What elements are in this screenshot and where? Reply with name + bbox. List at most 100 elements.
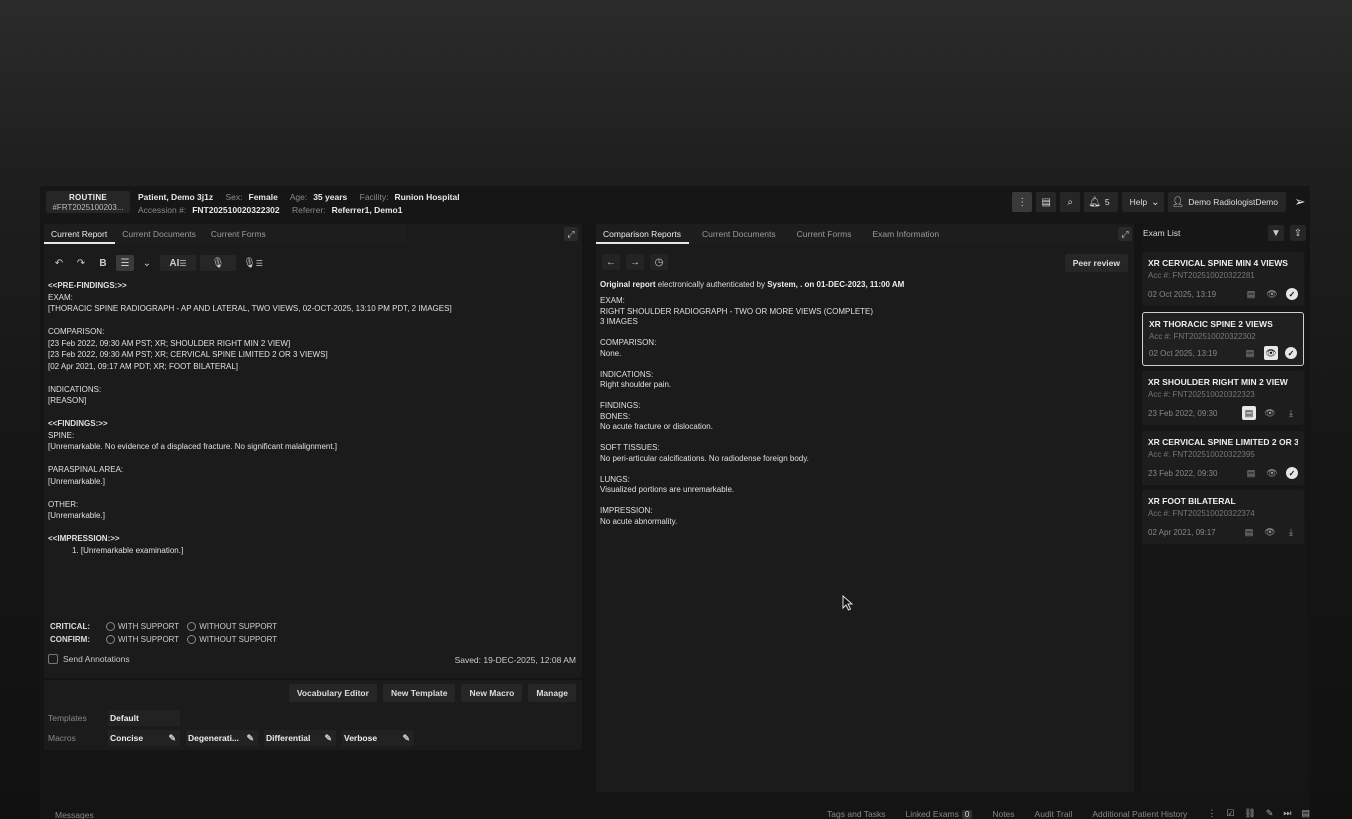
upload-button[interactable]: ⇪	[1290, 225, 1306, 241]
report-line: SPINE:	[48, 430, 75, 440]
critical-with-support[interactable]: WITH SUPPORT	[106, 622, 179, 631]
search-button[interactable]: ⌕	[1060, 192, 1081, 212]
eye-icon[interactable]: 👁︎	[1265, 287, 1279, 301]
comparison-line: No acute abnormality.	[600, 516, 678, 526]
report-line: <<FINDINGS:>>	[48, 419, 108, 428]
redo-button[interactable]: ↷	[72, 255, 90, 271]
edit-icon[interactable]: ✎	[1266, 808, 1274, 819]
eye-icon[interactable]: 👁︎	[1264, 346, 1278, 360]
pencil-icon[interactable]: ✎	[324, 733, 332, 744]
vocabulary-editor-button[interactable]: Vocabulary Editor	[288, 684, 377, 702]
bold-button[interactable]: B	[94, 255, 112, 271]
eye-icon[interactable]: 👁︎	[1263, 525, 1277, 539]
messages-link[interactable]: Messages	[55, 810, 94, 819]
skip-icon[interactable]: ⏭	[1283, 808, 1291, 819]
help-menu[interactable]: Help ⌄	[1121, 192, 1164, 212]
tab-current-documents[interactable]: Current Documents	[115, 224, 204, 244]
exam-list-item[interactable]: XR FOOT BILATERAL Acc #: FNT2025100203223…	[1142, 490, 1304, 544]
mute-mic-button[interactable]: 🎙︎	[200, 255, 236, 271]
document-icon[interactable]: ▤	[1243, 346, 1257, 360]
age-label: Age:	[289, 192, 308, 202]
audit-trail-link[interactable]: Audit Trail	[1035, 809, 1073, 819]
manage-button[interactable]: Manage	[528, 684, 576, 702]
list-button[interactable]: ☰	[116, 255, 134, 271]
patient-age: 35 years	[313, 192, 348, 202]
next-button[interactable]: →	[626, 254, 644, 270]
exam-title: XR CERVICAL SPINE MIN 4 VIEWS	[1148, 258, 1288, 268]
document-icon[interactable]: ▤	[1301, 808, 1310, 819]
comparison-toolbar: ← → ◷	[602, 254, 668, 270]
send-icon[interactable]: ➢	[1290, 194, 1310, 210]
authentication-line: Original report electronically authentic…	[600, 280, 904, 289]
tags-tasks-link[interactable]: Tags and Tasks	[827, 809, 885, 819]
notifications-button[interactable]: 🔔︎ 5	[1084, 192, 1118, 212]
filter-button[interactable]: ▼	[1268, 225, 1284, 241]
eye-icon[interactable]: 👁︎	[1263, 406, 1277, 420]
history-button[interactable]: ◷	[650, 254, 668, 270]
pencil-icon[interactable]: ✎	[246, 733, 254, 744]
send-annotations-checkbox[interactable]: Send Annotations	[48, 654, 130, 664]
new-macro-button[interactable]: New Macro	[461, 684, 523, 702]
comparison-line: None.	[600, 348, 622, 358]
check-circle-icon[interactable]: ✓	[1286, 288, 1298, 300]
priority-label: ROUTINE	[68, 193, 108, 202]
pencil-icon[interactable]: ✎	[168, 733, 176, 744]
document-icon[interactable]: ▤	[1244, 287, 1258, 301]
new-template-button[interactable]: New Template	[382, 684, 456, 702]
tab-current-documents[interactable]: Current Documents	[695, 224, 784, 244]
ai-button[interactable]: AI ☰	[160, 255, 196, 271]
document-icon[interactable]: ▤	[1244, 466, 1258, 480]
exam-list-item[interactable]: XR SHOULDER RIGHT MIN 2 VIEW Acc #: FNT20…	[1142, 371, 1304, 425]
peer-review-button[interactable]: Peer review	[1064, 254, 1128, 272]
user-menu[interactable]: 👤︎ Demo RadiologistDemo	[1167, 192, 1286, 212]
kebab-icon[interactable]: ⋮	[1207, 808, 1216, 819]
macros-row: Macros Concise ✎ Degenerati... ✎ Different…	[48, 730, 420, 746]
dictation-button[interactable]: 🎙︎ ☰	[240, 255, 266, 271]
undo-button[interactable]: ↶	[50, 255, 68, 271]
report-editor[interactable]: <<PRE-FINDINGS:>> EXAM: [THORACIC SPINE RA…	[48, 280, 573, 556]
tab-comparison-reports[interactable]: Comparison Reports	[596, 224, 689, 244]
list-dropdown[interactable]: ⌄	[138, 255, 156, 271]
notes-link[interactable]: Notes	[992, 809, 1014, 819]
tab-current-report[interactable]: Current Report	[44, 224, 116, 244]
download-icon[interactable]: ⤓	[1284, 406, 1298, 420]
link-icon[interactable]: ⛓	[1244, 808, 1255, 819]
clipboard-button[interactable]: ▤	[1036, 192, 1057, 212]
check-circle-icon[interactable]: ✓	[1285, 347, 1297, 359]
expand-icon[interactable]: ⤢	[1118, 227, 1132, 241]
tab-current-forms[interactable]: Current Forms	[790, 224, 860, 244]
exam-date: 23 Feb 2022, 09:30	[1148, 409, 1218, 418]
template-chip[interactable]: Default	[108, 710, 180, 726]
patient-history-link[interactable]: Additional Patient History	[1092, 809, 1187, 819]
exam-list-item[interactable]: XR THORACIC SPINE 2 VIEWS Acc #: FNT20251…	[1142, 312, 1304, 366]
chevron-down-icon: ⌄	[142, 257, 152, 269]
saved-status: Saved: 19-DEC-2025, 12:08 AM	[454, 655, 576, 665]
document-icon[interactable]: ▤	[1242, 525, 1256, 539]
pencil-icon[interactable]: ✎	[402, 733, 410, 744]
macro-chip-concise[interactable]: Concise ✎	[108, 730, 180, 746]
exam-list-item[interactable]: XR CERVICAL SPINE MIN 4 VIEWS Acc #: FNT2…	[1142, 252, 1304, 306]
expand-icon[interactable]: ⤢	[564, 227, 578, 241]
report-line: <<IMPRESSION:>>	[48, 534, 120, 543]
macro-chip-differential[interactable]: Differential ✎	[264, 730, 336, 746]
linked-exams-link[interactable]: Linked Exams 0	[905, 809, 973, 819]
confirm-with-support[interactable]: WITH SUPPORT	[106, 635, 179, 644]
more-menu-button[interactable]: ⋮	[1012, 192, 1033, 212]
macro-chip-verbose[interactable]: Verbose ✎	[342, 730, 414, 746]
tab-current-forms[interactable]: Current Forms	[204, 224, 274, 244]
critical-without-support[interactable]: WITHOUT SUPPORT	[187, 622, 277, 631]
document-icon[interactable]: ▤	[1242, 406, 1256, 420]
check-circle-icon[interactable]: ✓	[1286, 467, 1298, 479]
report-line: INDICATIONS:	[48, 384, 102, 394]
footer-items: Tags and Tasks Linked Exams 0 Notes Audit…	[827, 808, 1310, 819]
tab-exam-information[interactable]: Exam Information	[865, 224, 947, 244]
exam-list-item[interactable]: XR CERVICAL SPINE LIMITED 2 OR 3 ... Acc …	[1142, 431, 1304, 485]
previous-button[interactable]: ←	[602, 254, 620, 270]
checklist-icon[interactable]: ☑	[1226, 808, 1234, 819]
radio-icon	[187, 635, 197, 644]
download-icon[interactable]: ⤓	[1284, 525, 1298, 539]
confirm-without-support[interactable]: WITHOUT SUPPORT	[187, 635, 277, 644]
macro-chip-degenerative[interactable]: Degenerati... ✎	[186, 730, 258, 746]
comparison-line: COMPARISON:	[600, 338, 657, 347]
eye-icon[interactable]: 👁︎	[1265, 466, 1279, 480]
